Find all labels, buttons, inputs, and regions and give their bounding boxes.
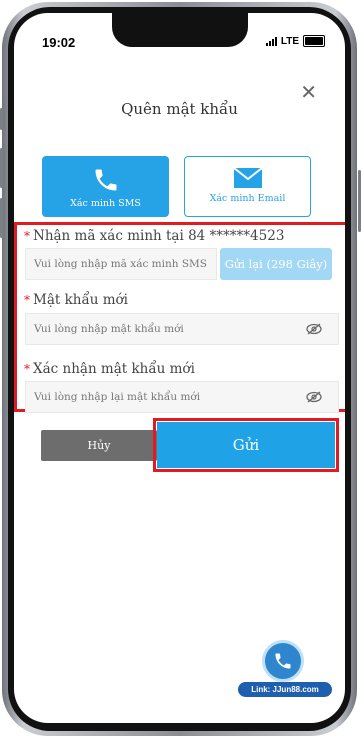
volume-down-button	[0, 198, 3, 238]
new-password-input[interactable]: Vui lòng nhập mật khẩu mới	[25, 313, 339, 345]
resend-code-button[interactable]: Gửi lại (298 Giây)	[220, 248, 332, 280]
phone-support-icon	[275, 653, 291, 669]
phone-bezel: 19:02 LTE Quên mật khẩu ✕ Xác minh SMS X…	[8, 7, 351, 731]
required-mark: *	[24, 293, 30, 307]
new-password-placeholder: Vui lòng nhập mật khẩu mới	[34, 323, 184, 335]
notch	[112, 13, 248, 47]
phone-icon	[95, 169, 116, 191]
signal-icon	[265, 36, 277, 46]
sms-verification-tab[interactable]: Xác minh SMS	[42, 156, 169, 217]
volume-up-button	[0, 148, 3, 188]
status-indicators: LTE	[265, 35, 325, 47]
submit-highlight-box: Gửi	[153, 418, 339, 472]
email-verification-label: Xác minh Email	[209, 193, 286, 204]
eye-off-icon[interactable]	[306, 391, 322, 403]
confirm-password-label-row: * Xác nhận mật khẩu mới	[24, 361, 195, 377]
status-time: 19:02	[42, 35, 76, 50]
cancel-button[interactable]: Hủy	[41, 430, 157, 461]
new-password-label: Mật khẩu mới	[33, 292, 128, 308]
eye-off-icon[interactable]	[306, 323, 322, 335]
envelope-icon	[232, 167, 263, 188]
silent-switch	[0, 108, 3, 130]
support-call-button[interactable]	[262, 640, 304, 682]
confirm-password-placeholder: Vui lòng nhập lại mật khẩu mới	[34, 391, 201, 403]
watermark-link: Link: JJun88.com	[238, 682, 332, 697]
battery-icon	[303, 35, 325, 47]
screen: 19:02 LTE Quên mật khẩu ✕ Xác minh SMS X…	[14, 13, 345, 723]
sms-code-placeholder: Vui lòng nhập mã xác minh SMS	[34, 258, 207, 270]
dialog-title: Quên mật khẩu	[121, 100, 238, 118]
sms-code-input[interactable]: Vui lòng nhập mã xác minh SMS	[25, 248, 217, 280]
submit-button[interactable]: Gửi	[157, 422, 335, 468]
code-label-row: * Nhận mã xác minh tại 84 ******4523	[24, 228, 284, 244]
confirm-password-input[interactable]: Vui lòng nhập lại mật khẩu mới	[25, 381, 339, 413]
code-label: Nhận mã xác minh tại 84 ******4523	[33, 228, 285, 244]
sms-verification-label: Xác minh SMS	[70, 198, 141, 209]
network-type: LTE	[280, 35, 299, 47]
confirm-password-label: Xác nhận mật khẩu mới	[33, 361, 195, 377]
required-mark: *	[24, 362, 30, 376]
email-verification-tab[interactable]: Xác minh Email	[184, 156, 311, 217]
required-mark: *	[24, 229, 30, 243]
new-password-label-row: * Mật khẩu mới	[24, 292, 128, 308]
close-icon[interactable]: ✕	[300, 80, 317, 104]
